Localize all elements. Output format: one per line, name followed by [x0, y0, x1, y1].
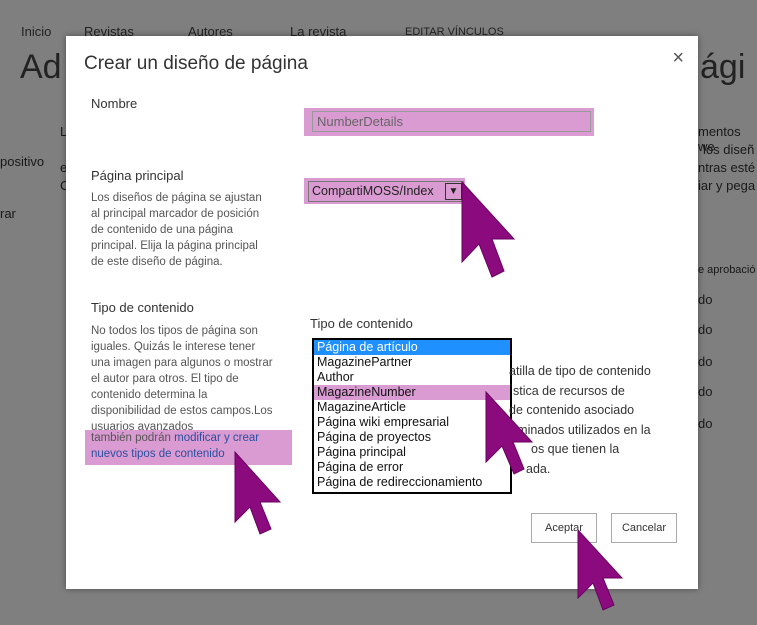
pointer-cursor-icon: [485, 390, 534, 475]
annotation-layer: [234, 180, 624, 611]
pointer-cursor-icon: [461, 180, 516, 278]
pointer-cursor-icon: [234, 450, 282, 535]
pointer-cursor-icon: [577, 528, 624, 611]
